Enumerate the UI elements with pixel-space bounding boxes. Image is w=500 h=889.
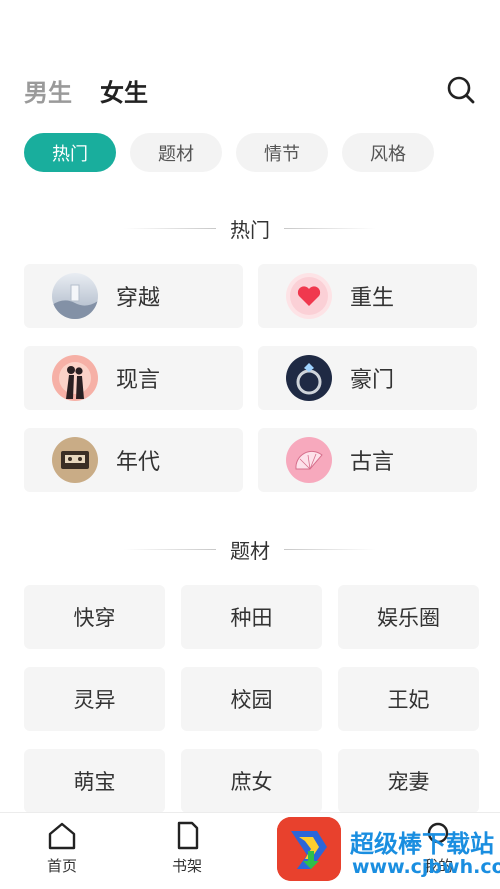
hot-item-label: 古言 <box>350 450 395 475</box>
tab-male[interactable]: 男生 <box>24 73 72 108</box>
watermark-url: www.cjbwh.com <box>352 856 500 878</box>
search-icon[interactable] <box>446 75 476 105</box>
filter-topic[interactable]: 题材 <box>130 133 222 172</box>
topic-section-title: 题材 <box>0 535 500 564</box>
nav-label: 书架 <box>171 857 202 875</box>
topic-item[interactable]: 萌宝 <box>24 749 165 813</box>
topic-grid: 快穿 种田 娱乐圈 灵异 校园 王妃 萌宝 庶女 宠妻 <box>24 585 479 813</box>
topic-item[interactable]: 校园 <box>181 667 322 731</box>
section-title-text: 题材 <box>230 539 270 563</box>
ring-avatar <box>286 355 332 401</box>
tab-female[interactable]: 女生 <box>100 73 148 108</box>
couple-avatar <box>52 355 98 401</box>
filter-tabs: 热门 题材 情节 风格 <box>24 133 448 172</box>
hot-item-time-travel[interactable]: 穿越 <box>24 264 243 328</box>
nav-home[interactable]: 首页 <box>32 821 92 876</box>
nav-bookshelf[interactable]: 书架 <box>157 821 217 876</box>
divider <box>284 228 376 229</box>
topic-item[interactable]: 种田 <box>181 585 322 649</box>
hot-item-ancient-romance[interactable]: 古言 <box>258 428 477 492</box>
cassette-avatar <box>52 437 98 483</box>
hot-grid: 穿越 重生 现言 豪门 年代 古言 <box>24 264 477 492</box>
hot-item-rebirth[interactable]: 重生 <box>258 264 477 328</box>
hot-item-label: 现言 <box>116 368 161 393</box>
section-title-text: 热门 <box>230 218 270 242</box>
hot-item-label: 穿越 <box>116 286 161 311</box>
hot-item-label: 重生 <box>350 286 395 311</box>
topic-item[interactable]: 宠妻 <box>338 749 479 813</box>
topic-item[interactable]: 灵异 <box>24 667 165 731</box>
topic-item[interactable]: 快穿 <box>24 585 165 649</box>
bookshelf-icon <box>177 821 199 850</box>
home-icon <box>48 822 76 850</box>
topic-item[interactable]: 庶女 <box>181 749 322 813</box>
fan-avatar <box>286 437 332 483</box>
hot-item-label: 年代 <box>116 450 161 475</box>
filter-hot[interactable]: 热门 <box>24 133 116 172</box>
header: 男生 女生 <box>24 70 476 110</box>
topic-item[interactable]: 王妃 <box>338 667 479 731</box>
divider <box>124 228 216 229</box>
nav-label: 首页 <box>46 857 77 875</box>
divider <box>284 549 376 550</box>
watermark-logo <box>277 817 341 881</box>
topic-item[interactable]: 娱乐圈 <box>338 585 479 649</box>
filter-style[interactable]: 风格 <box>342 133 434 172</box>
filter-plot[interactable]: 情节 <box>236 133 328 172</box>
hot-section-title: 热门 <box>0 214 500 243</box>
hot-item-wealthy[interactable]: 豪门 <box>258 346 477 410</box>
time-travel-avatar <box>52 273 98 319</box>
hot-item-modern-romance[interactable]: 现言 <box>24 346 243 410</box>
heart-avatar <box>286 273 332 319</box>
hot-item-era[interactable]: 年代 <box>24 428 243 492</box>
hot-item-label: 豪门 <box>350 368 395 393</box>
divider <box>124 549 216 550</box>
watermark-text: 超级棒下载站 <box>350 830 494 858</box>
